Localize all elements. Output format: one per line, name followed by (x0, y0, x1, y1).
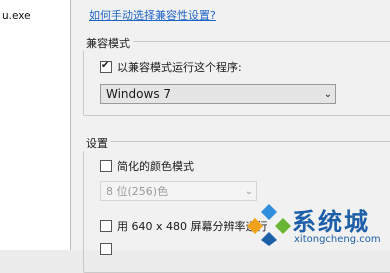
file-list-pane: u.exe (0, 0, 71, 250)
run-in-compat-checkbox-row[interactable]: 以兼容模式运行这个程序: (100, 59, 242, 75)
xitongcheng-watermark: 系统城 xitongcheng.com (247, 196, 390, 250)
next-setting-checkbox[interactable] (100, 243, 112, 255)
color-depth-select[interactable]: 8 位(256)色 ⌄ (100, 181, 257, 201)
chevron-down-icon[interactable]: ⌄ (321, 89, 335, 100)
help-link[interactable]: 如何手动选择兼容性设置? (89, 7, 216, 23)
run-in-compat-checkbox[interactable] (100, 59, 112, 73)
settings-title: 设置 (83, 135, 111, 151)
color-depth-value: 8 位(256)色 (106, 185, 169, 198)
os-version-select[interactable]: Windows 7 ⌄ (100, 84, 336, 104)
reduced-color-checkbox[interactable] (100, 160, 112, 172)
compat-mode-group (83, 41, 390, 116)
next-setting-checkbox-row[interactable] (100, 243, 117, 255)
compat-mode-title: 兼容模式 (83, 35, 133, 51)
os-version-value: Windows 7 (106, 87, 172, 101)
resolution-checkbox[interactable] (100, 220, 112, 232)
reduced-color-label: 简化的颜色模式 (117, 160, 194, 173)
diamond-logo-icon (247, 204, 291, 246)
reduced-color-checkbox-row[interactable]: 简化的颜色模式 (100, 158, 194, 174)
run-in-compat-label: 以兼容模式运行这个程序: (117, 61, 242, 74)
file-name-label[interactable]: u.exe (2, 10, 31, 22)
resolution-checkbox-row[interactable]: 用 640 x 480 屏幕分辨率运行 (100, 218, 268, 234)
resolution-label: 用 640 x 480 屏幕分辨率运行 (117, 220, 268, 233)
brand-url-text: xitongcheng.com (294, 234, 381, 245)
chevron-down-icon: ⌄ (244, 185, 254, 197)
brand-cn-text: 系统城 (292, 208, 370, 236)
